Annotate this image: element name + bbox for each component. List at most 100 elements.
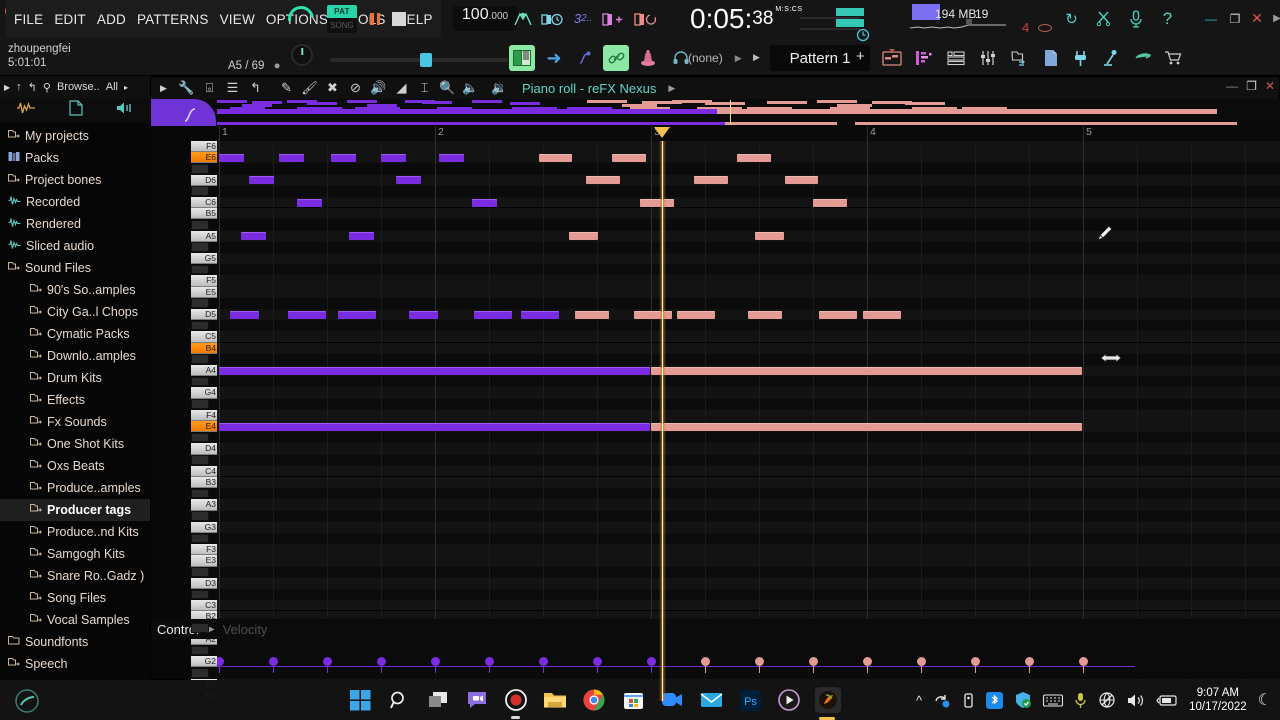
grid-row[interactable] [217,499,1280,511]
grid-row[interactable] [217,510,1280,522]
piano-key-Ds5[interactable] [191,298,209,308]
piano-roll-note[interactable] [439,153,465,162]
piano-key-Ds4[interactable] [191,432,209,443]
piano-roll-note[interactable] [694,176,728,185]
master-volume-knob[interactable] [282,0,320,38]
browser-item-fx-sounds[interactable]: Fx Sounds [0,411,150,433]
automation-button[interactable] [573,45,599,71]
pr-undo-icon[interactable]: ↰ [247,80,264,96]
pitch-tool-icon[interactable] [510,6,536,31]
grid-row[interactable] [217,533,1280,545]
piano-key-Gs5[interactable] [191,242,209,252]
security-shield-icon[interactable] [1014,691,1032,709]
notifications-icon[interactable]: ☾ [1258,690,1272,710]
piano-roll-note[interactable] [473,310,512,319]
piano-roll-note[interactable] [219,422,650,431]
grid-row[interactable] [217,600,1280,612]
task-view-button[interactable] [425,687,451,713]
piano-roll-note[interactable] [288,310,326,319]
velocity-handle[interactable] [755,657,764,666]
piano-roll-note[interactable] [381,153,406,162]
browser-item-cymatic-packs[interactable]: Cymatic Packs [0,323,150,345]
system-tray[interactable]: ^ 9:07 AM 10/17/2022 ☾ [916,680,1272,720]
browser-label[interactable]: Browse.. [57,81,100,93]
taskbar-apps[interactable]: Ps [347,680,841,720]
photoshop-button[interactable]: Ps [737,687,763,713]
velocity-handle[interactable] [809,657,818,666]
browser-menu-arrow[interactable]: ▸ [124,83,128,92]
chat-button[interactable] [464,687,490,713]
piano-roll-note[interactable] [219,366,650,375]
piano-key-A5[interactable] [191,230,217,242]
browser-item-produce-amples[interactable]: Produce..amples [0,477,150,499]
piano-roll-note[interactable] [862,310,901,319]
grid-row[interactable] [217,477,1280,489]
velocity-handle[interactable] [701,657,710,666]
piano-roll-note[interactable] [612,153,646,162]
velocity-handle[interactable] [217,657,224,666]
copy-button[interactable] [1038,45,1064,71]
file-explorer-button[interactable] [542,687,568,713]
add-pattern-icon[interactable] [600,6,626,31]
piano-key-E3[interactable] [191,555,217,567]
grid-row[interactable] [217,264,1280,276]
time-display[interactable]: 0:05:38 M:S:CS [690,0,803,38]
pr-restore-button[interactable]: ❐ [1246,79,1257,93]
piano-key-F6[interactable] [191,141,217,153]
grid-row[interactable] [217,398,1280,410]
velocity-handle[interactable] [863,657,872,666]
pr-title-arrow[interactable]: ▶ [668,83,675,94]
piano-key-B4[interactable] [191,342,217,354]
pr-slice-tool-icon[interactable]: ◢ [393,80,410,96]
pause-button[interactable] [364,8,386,30]
browser-header[interactable]: ▶ ↑ ↰ ⚲ Browse.. All ▸ [0,76,150,98]
piano-key-As4[interactable] [191,354,209,364]
piano-key-E6[interactable] [191,152,217,164]
piano-key-F5[interactable] [191,275,217,287]
piano-roll-note[interactable] [348,232,374,241]
piano-roll-note[interactable] [409,310,439,319]
piano-roll-note[interactable] [737,153,771,162]
browser-item-city-ga-l-chops[interactable]: City Ga..l Chops [0,301,150,323]
grid-row[interactable] [217,387,1280,399]
pr-select-tool-icon[interactable]: ⌶ [416,80,433,96]
menu-item-patterns[interactable]: PATTERNS [137,12,209,27]
restore-button[interactable]: ❐ [1226,11,1244,26]
onedrive-sync-icon[interactable] [933,692,951,708]
piano-roll-note[interactable] [633,310,672,319]
piano-roll-note[interactable] [640,198,674,207]
browser-back-icon[interactable]: ↰ [28,81,37,94]
piano-key-Fs4[interactable] [191,399,209,409]
grid-row[interactable] [217,275,1280,287]
browser-item-vocal-samples[interactable]: Vocal Samples [0,609,150,631]
grid-row[interactable] [217,197,1280,209]
piano-key-A4[interactable] [191,365,217,377]
browser-item-one-shot-kits[interactable]: One Shot Kits [0,433,150,455]
playlist-button[interactable] [879,45,905,71]
piano-key-C5[interactable] [191,331,217,343]
piano-roll-note[interactable] [331,153,357,162]
browser-search-icon[interactable]: ⚲ [43,81,51,94]
expand-arrow-icon[interactable]: ▶ [1268,11,1280,26]
piano-key-Gs4[interactable] [191,376,209,387]
piano-key-F3[interactable] [191,544,217,556]
grid-row[interactable] [217,589,1280,601]
piano-key-Ds3[interactable] [191,567,209,577]
browser-item-speech[interactable]: Speech [0,653,150,675]
velocity-handle[interactable] [269,657,278,666]
piano-roll-note[interactable] [676,310,715,319]
grid-row[interactable] [217,331,1280,343]
shop-button[interactable] [1160,45,1186,71]
mail-button[interactable] [698,687,724,713]
velocity-handle[interactable] [647,657,656,666]
piano-roll-note[interactable] [651,366,1082,375]
velocity-handle[interactable] [431,657,440,666]
browser-item-produce-nd-kits[interactable]: Produce..nd Kits [0,521,150,543]
piano-key-Fs3[interactable] [191,533,209,544]
browser-item-sound-files[interactable]: Sound Files [0,257,150,279]
grid-row[interactable] [217,376,1280,388]
grid-row[interactable] [217,555,1280,567]
menu-item-file[interactable]: FILE [14,12,43,27]
piano-roll-note[interactable] [521,310,560,319]
piano-key-F4[interactable] [191,409,217,421]
